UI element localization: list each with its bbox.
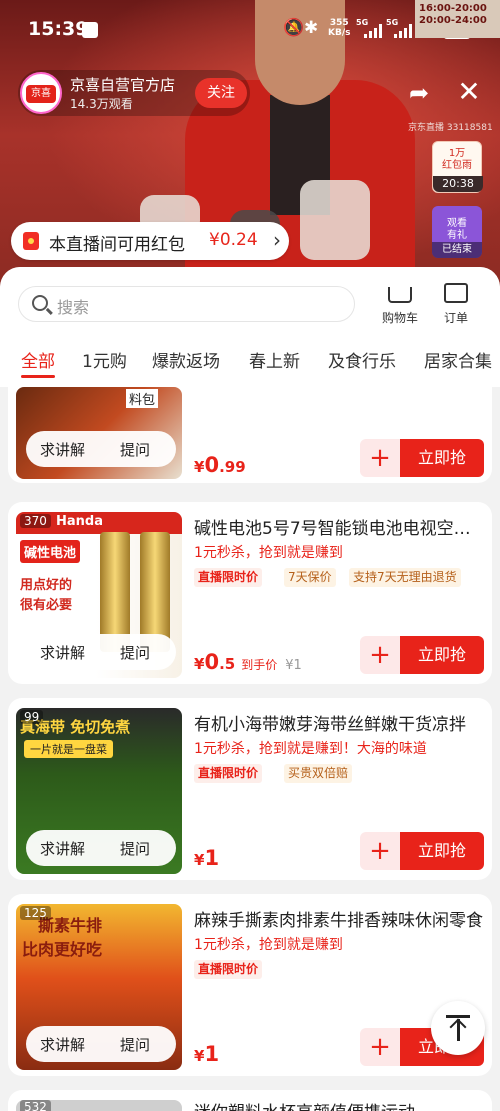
ask-question-button[interactable]: 提问 bbox=[120, 439, 150, 460]
request-explain-button[interactable]: 求讲解 bbox=[40, 439, 85, 460]
tab-home[interactable]: 居家合集 bbox=[424, 347, 492, 372]
live-schedule: 16:00-20:00 20:00-24:00 bbox=[415, 0, 500, 38]
red-packet-icon bbox=[23, 232, 39, 250]
product-title[interactable]: 麻辣手撕素肉排素牛排香辣味休闲零食 bbox=[194, 906, 484, 931]
add-to-cart-button[interactable]: + bbox=[360, 439, 400, 477]
product-card[interactable]: 料包 求讲解 提问 ¥0.99 + 立即抢 bbox=[8, 387, 492, 483]
shop-avatar[interactable]: 京喜 bbox=[20, 72, 62, 114]
add-to-cart-button[interactable]: + bbox=[360, 1028, 400, 1066]
app-notification-icon bbox=[82, 22, 98, 38]
ask-question-button[interactable]: 提问 bbox=[120, 1034, 150, 1055]
chevron-right-icon: › bbox=[273, 228, 281, 252]
cart-button[interactable]: 购物车 bbox=[372, 283, 428, 327]
search-input[interactable]: 搜索 bbox=[18, 286, 355, 322]
order-button[interactable]: 订单 bbox=[432, 283, 480, 327]
product-price: ¥1 bbox=[194, 1042, 220, 1066]
tab-one-yuan[interactable]: 1元购 bbox=[82, 347, 127, 372]
tab-spring-new[interactable]: 春上新 bbox=[249, 347, 300, 372]
back-to-top-button[interactable] bbox=[431, 1001, 485, 1055]
product-subtitle: 1元秒杀，抢到就是赚到！大海的味道 bbox=[194, 741, 427, 757]
product-tags: 直播限时价 bbox=[194, 960, 484, 980]
tag-live-price: 直播限时价 bbox=[194, 568, 263, 587]
tag-price-protect: 7天保价 bbox=[284, 568, 336, 587]
ask-pill: 求讲解 提问 bbox=[26, 431, 176, 467]
red-packet-text: 本直播间可用红包 bbox=[49, 235, 185, 255]
tab-all[interactable]: 全部 bbox=[21, 347, 55, 378]
product-title[interactable]: 迷你塑料水杯高颜值便携运动 bbox=[194, 1098, 484, 1111]
room-id: 京东直播 33118581 bbox=[408, 123, 493, 133]
shop-name: 京喜自营官方店 bbox=[70, 76, 176, 94]
cart-label: 购物车 bbox=[381, 311, 418, 325]
tab-food[interactable]: 及食行乐 bbox=[328, 347, 396, 372]
ask-question-button[interactable]: 提问 bbox=[120, 838, 150, 859]
search-placeholder: 搜索 bbox=[57, 298, 90, 317]
product-tags: 直播限时价 7天保价 支持7天无理由退货 bbox=[194, 568, 484, 588]
mute-icon: 🔕 bbox=[283, 18, 305, 38]
tag-double-compensation: 买贵双倍赔 bbox=[284, 764, 353, 783]
product-card[interactable]: Handa 碱性电池 用点好的 很有必要 370 求讲解 提问 碱性电池5号7号… bbox=[8, 502, 492, 684]
product-prop bbox=[300, 180, 370, 260]
buy-now-button[interactable]: 立即抢 bbox=[400, 832, 484, 870]
product-card[interactable]: 撕素牛排 比肉更好吃 125 求讲解 提问 麻辣手撕素肉排素牛排香辣味休闲零食 … bbox=[8, 894, 492, 1076]
product-index: 370 bbox=[20, 514, 51, 528]
product-tags: 直播限时价 买贵双倍赔 bbox=[194, 764, 484, 784]
request-explain-button[interactable]: 求讲解 bbox=[40, 642, 85, 663]
red-packet-amount: ¥0.24 bbox=[209, 230, 258, 250]
product-index: 125 bbox=[20, 906, 51, 920]
signal-icon bbox=[364, 24, 382, 38]
bluetooth-icon: ✱ bbox=[304, 18, 319, 38]
net-speed: 355 KB/s bbox=[328, 18, 351, 38]
buy-now-button[interactable]: 立即抢 bbox=[400, 636, 484, 674]
tag-return: 支持7天无理由退货 bbox=[349, 568, 461, 587]
panel-header: 搜索 购物车 订单 全部 1元购 爆款返场 春上新 及食行乐 居家合集 bbox=[0, 267, 500, 387]
red-packet-banner[interactable]: 本直播间可用红包 ¥0.24 › bbox=[11, 222, 289, 260]
add-to-cart-button[interactable]: + bbox=[360, 832, 400, 870]
red-envelope-rain-widget[interactable]: 1万 红包雨 20:38 bbox=[432, 141, 483, 193]
product-card[interactable]: 真海带 免切免煮 一片就是一盘菜 99 求讲解 提问 有机小海带嫩芽海带丝鲜嫩干… bbox=[8, 698, 492, 880]
product-index: 99 bbox=[20, 710, 44, 724]
tag-live-price: 直播限时价 bbox=[194, 764, 263, 783]
order-icon bbox=[444, 283, 468, 303]
tab-hot-return[interactable]: 爆款返场 bbox=[152, 347, 220, 372]
buy-now-button[interactable]: 立即抢 bbox=[400, 439, 484, 477]
viewer-count: 14.3万观看 bbox=[70, 97, 133, 111]
signal-icon bbox=[394, 24, 412, 38]
share-icon[interactable]: ➦ bbox=[406, 80, 432, 106]
product-title[interactable]: 有机小海带嫩芽海带丝鲜嫩干货凉拌 bbox=[194, 710, 484, 735]
follow-button[interactable]: 关注 bbox=[195, 78, 247, 108]
arrow-up-icon bbox=[446, 1015, 470, 1018]
cart-icon bbox=[388, 287, 412, 303]
order-label: 订单 bbox=[443, 311, 468, 325]
product-subtitle: 1元秒杀，抢到就是赚到 bbox=[194, 937, 343, 953]
request-explain-button[interactable]: 求讲解 bbox=[40, 838, 85, 859]
ask-pill: 求讲解 提问 bbox=[26, 830, 176, 866]
watch-reward-widget[interactable]: 观看 有礼 已结束 bbox=[432, 206, 482, 258]
product-price: ¥0.99 bbox=[194, 453, 246, 477]
status-time: 15:39 bbox=[28, 18, 89, 40]
category-tabs: 全部 1元购 爆款返场 春上新 及食行乐 居家合集 bbox=[0, 347, 500, 381]
product-price: ¥1 bbox=[194, 846, 220, 870]
product-card[interactable]: 532 迷你塑料水杯高颜值便携运动 bbox=[8, 1090, 492, 1111]
product-index: 532 bbox=[20, 1100, 51, 1111]
product-title[interactable]: 碱性电池5号7号智能锁电池电视空调遥控器 bbox=[194, 514, 484, 539]
close-icon[interactable]: ✕ bbox=[455, 78, 483, 106]
product-price: ¥0.5 到手价 ¥1 bbox=[194, 650, 302, 674]
ask-pill: 求讲解 提问 bbox=[26, 1026, 176, 1062]
ask-question-button[interactable]: 提问 bbox=[120, 642, 150, 663]
request-explain-button[interactable]: 求讲解 bbox=[40, 1034, 85, 1055]
ask-pill: 求讲解 提问 bbox=[26, 634, 176, 670]
tag-live-price: 直播限时价 bbox=[194, 960, 263, 979]
add-to-cart-button[interactable]: + bbox=[360, 636, 400, 674]
search-icon bbox=[32, 295, 48, 311]
product-subtitle: 1元秒杀，抢到就是赚到 bbox=[194, 545, 343, 561]
